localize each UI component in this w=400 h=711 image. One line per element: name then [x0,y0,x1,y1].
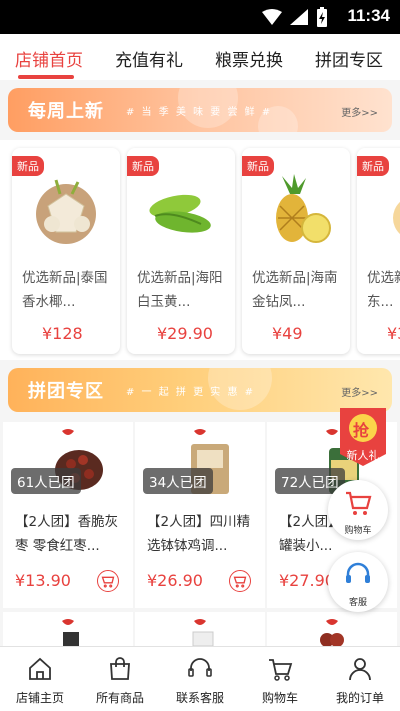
nav-contact-service[interactable]: 联系客服 [160,647,240,711]
group-product-card[interactable]: 61人已团 【2人团】香脆灰枣 零食红枣... ¥13.90 [3,422,133,608]
group-buy-subtitle: # 一 起 拼 更 实 惠 # [126,387,256,398]
new-user-gift-button[interactable]: 抢 新人礼 [336,404,390,468]
joined-count-badge: 61人已团 [11,468,81,494]
product-image [192,631,214,646]
product-name: 优选新品|海阳白玉黄... [137,270,223,310]
group-product-card[interactable] [3,612,133,646]
gift-label: 新人礼 [346,449,380,462]
cart-label: 购物车 [344,526,372,536]
group-product-card[interactable]: 34人已团 【2人团】四川精选钵钵鸡调... ¥26.90 [135,422,265,608]
product-price: ¥26.90 [147,571,203,590]
new-product-card[interactable]: 新品 优选新品|海南金钻凤... ¥49 [242,148,350,354]
tab-group-buy[interactable]: 拼团专区 [315,46,383,71]
brand-logo-icon [326,619,338,625]
product-name: 优选新品|海南金钻凤... [252,270,338,310]
nav-store-home[interactable]: 店铺主页 [0,647,80,711]
service-label: 客服 [348,598,367,608]
tab-store-home[interactable]: 店铺首页 [15,46,83,71]
joined-count-badge: 34人已团 [143,468,213,494]
nav-all-products[interactable]: 所有商品 [80,647,160,711]
home-icon [29,657,51,680]
nav-label: 店铺主页 [15,691,64,705]
new-product-card[interactable]: 新品 优选新品|泰国香水椰... ¥128 [12,148,120,354]
add-to-cart-icon[interactable] [97,570,119,592]
brand-logo-icon [62,619,74,625]
product-image [63,632,79,646]
product-price: ¥27.90 [279,571,335,590]
bottom-navigation: 店铺主页 所有商品 联系客服 购物车 我的订单 [0,646,400,711]
corn-image [149,194,211,233]
status-icons [262,7,328,27]
group-product-card[interactable] [267,612,397,646]
product-name: 【2人团】香脆灰枣 零食红枣... [15,514,119,554]
brand-logo-icon [194,619,206,625]
status-bar: 11:34 [0,0,400,34]
tab-coupon-exchange[interactable]: 粮票兑换 [215,46,283,71]
brand-logo-icon [62,429,74,435]
group-buy-banner[interactable]: 拼团专区 # 一 起 拼 更 实 惠 # 更多>> [8,368,392,412]
product-price: ¥49 [272,324,303,343]
battery-icon [317,7,327,27]
product-image [393,201,400,235]
floating-service-button[interactable]: 客服 [328,552,388,612]
app-screen: 11:34 店铺首页 充值有礼 粮票兑换 拼团专区 每周上新 # 当 季 美 味… [0,0,400,711]
nav-label: 购物车 [261,691,298,705]
nav-label: 所有商品 [95,691,144,705]
cart-icon [269,659,293,681]
active-tab-indicator [18,75,74,79]
floating-cart-button[interactable]: 购物车 [328,480,388,540]
new-product-card[interactable]: 新品 优选新品|宗东... ¥3 [357,148,400,354]
brand-logo-icon [194,429,206,435]
product-name: 【2人团】四川精选钵钵鸡调... [147,514,251,554]
product-name: 优选新品|宗东... [367,270,400,310]
product-price: ¥13.90 [15,571,71,590]
bag-icon [110,657,130,680]
new-arrivals-banner[interactable]: 每周上新 # 当 季 美 味 要 尝 鲜 # 更多>> [8,88,392,132]
gift-char: 抢 [353,421,370,440]
coconut-image [36,179,96,244]
new-products-row: 新品 优选新品|泰国香水椰... ¥128 新品 优选新品|海阳白玉黄... ¥… [0,140,400,360]
nav-label: 我的订单 [335,691,384,705]
product-name: 优选新品|泰国香水椰... [22,270,108,310]
new-arrivals-subtitle: # 当 季 美 味 要 尝 鲜 # [126,107,273,118]
new-arrivals-more-link[interactable]: 更多>> [341,104,378,119]
cart-icon [346,491,372,515]
product-image [320,633,344,646]
add-to-cart-icon[interactable] [229,570,251,592]
group-buy-more-link[interactable]: 更多>> [341,384,378,399]
product-price: ¥3 [387,324,400,343]
product-price: ¥29.90 [157,324,213,343]
signal-icon [290,9,308,25]
group-product-card[interactable] [135,612,265,646]
tab-recharge[interactable]: 充值有礼 [115,46,183,71]
top-tabs: 店铺首页 充值有礼 粮票兑换 拼团专区 [0,34,400,80]
headset-icon [188,658,212,677]
wifi-icon [262,9,282,25]
clock: 11:34 [347,6,390,25]
headset-icon [346,562,370,583]
nav-cart[interactable]: 购物车 [240,647,320,711]
new-arrivals-title: 每周上新 [28,101,104,122]
group-buy-title: 拼团专区 [28,381,104,402]
nav-label: 联系客服 [175,691,224,705]
new-product-card[interactable]: 新品 优选新品|海阳白玉黄... ¥29.90 [127,148,235,354]
user-icon [349,658,371,681]
pineapple-image [276,174,331,243]
product-price: ¥128 [42,324,83,343]
nav-my-orders[interactable]: 我的订单 [320,647,400,711]
